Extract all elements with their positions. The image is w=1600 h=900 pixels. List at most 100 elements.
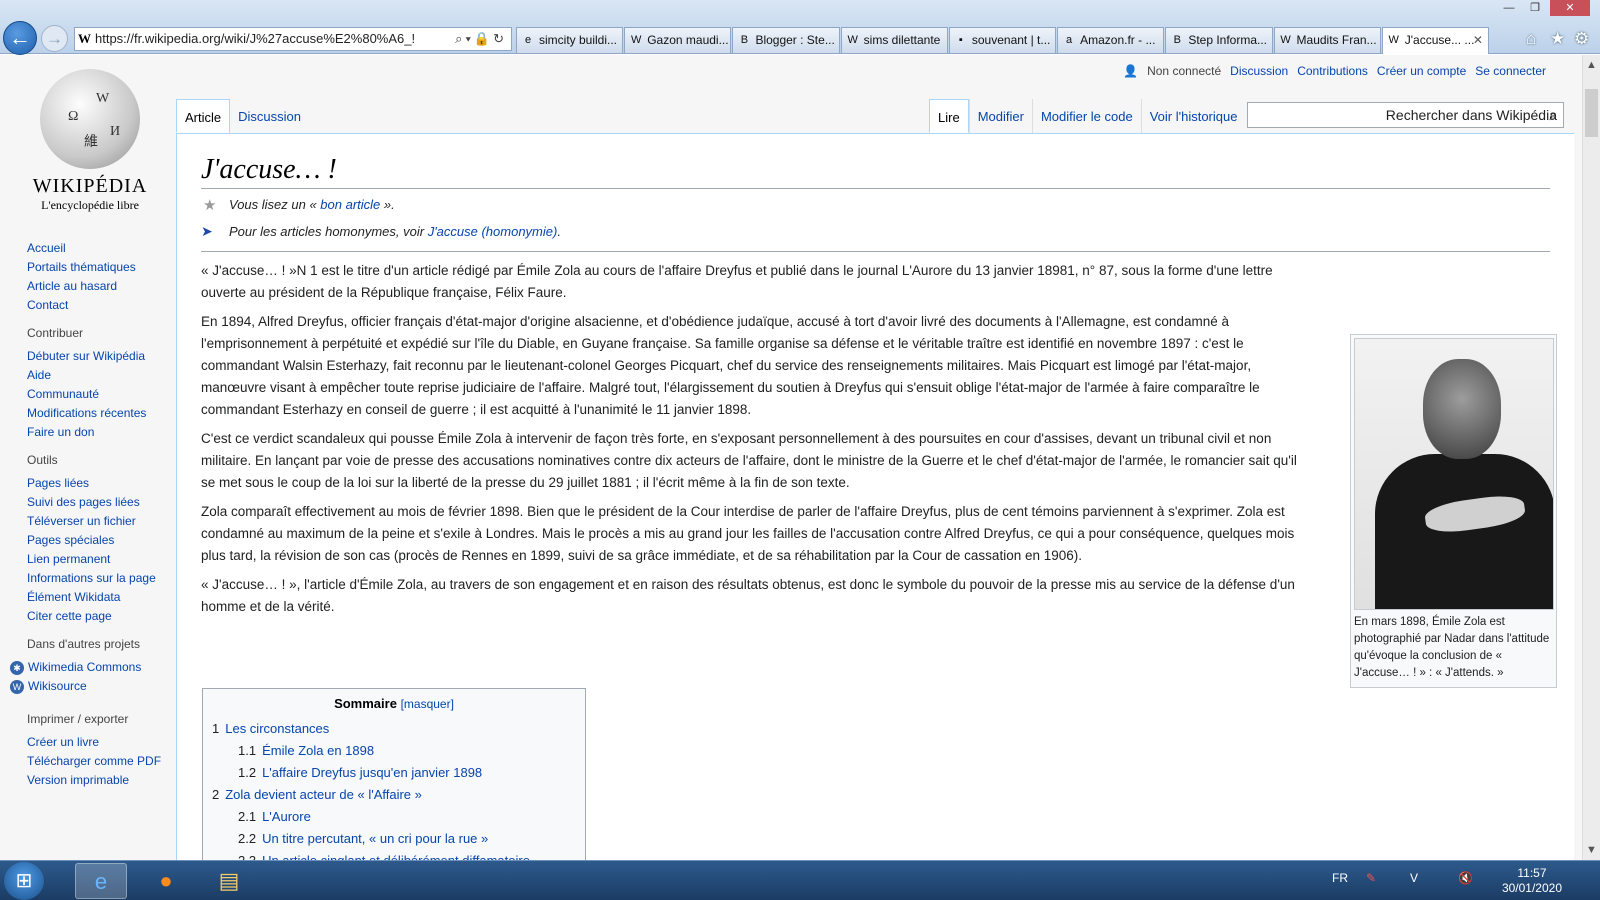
- homonym-link[interactable]: J'accuse (homonymie): [428, 224, 558, 239]
- tab-label: simcity buildi...: [539, 33, 618, 47]
- firefox-icon[interactable]: ●: [140, 863, 192, 899]
- scroll-thumb[interactable]: [1585, 89, 1598, 137]
- sidebar-item-contribuer[interactable]: Communauté: [27, 387, 177, 401]
- sidebar-item-projet[interactable]: Wikisource: [28, 679, 87, 693]
- sidebar-item-outils[interactable]: Suivi des pages liées: [27, 495, 177, 509]
- gear-icon[interactable]: ⚙: [1574, 29, 1589, 49]
- back-button[interactable]: ←: [3, 21, 37, 55]
- close-tab-icon[interactable]: ✕: [1473, 28, 1483, 52]
- tab-history-link[interactable]: Voir l'historique: [1150, 109, 1238, 124]
- browser-tab[interactable]: W Gazon maudi...: [624, 27, 732, 53]
- browser-tab[interactable]: a Amazon.fr - ...: [1057, 27, 1165, 53]
- tab-label: Step Informa...: [1188, 33, 1268, 47]
- create-account-link[interactable]: Créer un compte: [1377, 64, 1466, 78]
- sidebar-item-imprimer[interactable]: Créer un livre: [27, 735, 177, 749]
- tab-edit[interactable]: Modifier: [968, 99, 1032, 133]
- tab-read[interactable]: Lire: [929, 99, 969, 133]
- close-window-button[interactable]: ✕: [1550, 0, 1590, 16]
- toc-item[interactable]: 1.1 Émile Zola en 1898: [212, 743, 576, 758]
- namespace-tabs: Article Discussion: [176, 99, 309, 133]
- sidebar-item-projet[interactable]: Wikimedia Commons: [28, 660, 141, 674]
- sidebar-item-main[interactable]: Article au hasard: [27, 279, 177, 293]
- tray-app-icon[interactable]: ✎: [1366, 871, 1376, 885]
- sidebar-item-contribuer[interactable]: Modifications récentes: [27, 406, 177, 420]
- toc-link[interactable]: Les circonstances: [225, 721, 329, 736]
- browser-tab[interactable]: e simcity buildi...: [516, 27, 624, 53]
- sidebar-item-outils[interactable]: Citer cette page: [27, 609, 177, 623]
- tab-edit-code[interactable]: Modifier le code: [1031, 99, 1141, 133]
- sidebar-item-imprimer[interactable]: Version imprimable: [27, 773, 177, 787]
- toc-link[interactable]: Un article cinglant et délibérément diff…: [262, 853, 530, 860]
- toc-item[interactable]: 2.2 Un titre percutant, « un cri pour la …: [212, 831, 576, 846]
- browser-tab[interactable]: W Maudits Fran...: [1273, 27, 1381, 53]
- minimize-button[interactable]: —: [1498, 0, 1520, 16]
- tab-edit-link[interactable]: Modifier: [978, 109, 1024, 124]
- sidebar-heading: Contribuer: [27, 326, 84, 340]
- contributions-link[interactable]: Contributions: [1297, 64, 1368, 78]
- sidebar-item-outils[interactable]: Élément Wikidata: [27, 590, 177, 604]
- volume-muted-icon[interactable]: 🔇: [1458, 871, 1473, 885]
- internet-explorer-icon[interactable]: e: [75, 863, 127, 899]
- search-input[interactable]: Rechercher dans Wikipédia ⌕: [1247, 102, 1564, 128]
- wikipedia-logo[interactable]: ΩW維И WIKIPÉDIA L'encyclopédie libre: [20, 69, 160, 213]
- browser-tab[interactable]: W J'accuse... ... ✕: [1381, 27, 1489, 54]
- toc-item[interactable]: 2 Zola devient acteur de « l'Affaire »: [212, 787, 576, 802]
- sidebar-item-outils[interactable]: Informations sur la page: [27, 571, 177, 585]
- search-icon[interactable]: ⌕: [1549, 103, 1557, 127]
- toc-link[interactable]: Émile Zola en 1898: [262, 743, 374, 758]
- toc-link[interactable]: Zola devient acteur de « l'Affaire »: [225, 787, 422, 802]
- toc-item[interactable]: 2.1 L'Aurore: [212, 809, 576, 824]
- sidebar-heading: Imprimer / exporter: [27, 712, 129, 726]
- wikipedia-globe-icon: ΩW維И: [40, 69, 140, 169]
- sidebar-item-main[interactable]: Accueil: [27, 241, 177, 255]
- sidebar-item-contribuer[interactable]: Aide: [27, 368, 177, 382]
- tray-app2-icon[interactable]: V: [1410, 871, 1418, 885]
- sidebar-item-outils[interactable]: Pages liées: [27, 476, 177, 490]
- language-indicator[interactable]: FR: [1332, 871, 1348, 885]
- zola-photo[interactable]: [1354, 338, 1554, 610]
- toc-link[interactable]: L'Aurore: [262, 809, 311, 824]
- sidebar-item-main[interactable]: Portails thématiques: [27, 260, 177, 274]
- browser-tab[interactable]: Wsims dilettante: [840, 27, 948, 53]
- scroll-up-icon[interactable]: ▲: [1586, 59, 1597, 71]
- sidebar-item-outils[interactable]: Pages spéciales: [27, 533, 177, 547]
- sidebar-item-outils[interactable]: Lien permanent: [27, 552, 177, 566]
- good-article-link[interactable]: bon article: [320, 197, 380, 212]
- tab-edit-code-link[interactable]: Modifier le code: [1041, 109, 1133, 124]
- toc-item[interactable]: 1.2 L'affaire Dreyfus jusqu'en janvier 18…: [212, 765, 576, 780]
- sidebar-item-contribuer[interactable]: Débuter sur Wikipédia: [27, 349, 177, 363]
- home-icon[interactable]: ⌂: [1526, 29, 1536, 49]
- tab-article[interactable]: Article: [176, 99, 231, 133]
- toc-number: 2.3: [238, 853, 256, 860]
- browser-tab[interactable]: ▪ souvenant | t...: [948, 27, 1057, 53]
- vertical-scrollbar[interactable]: ▲ ▼: [1582, 55, 1600, 860]
- browser-tab[interactable]: B Blogger : Ste...: [732, 27, 840, 53]
- toc-item[interactable]: 2.3 Un article cinglant et délibérément d…: [212, 853, 576, 860]
- sidebar-item-contribuer[interactable]: Faire un don: [27, 425, 177, 439]
- forward-button[interactable]: →: [41, 25, 68, 52]
- start-button[interactable]: ⊞: [4, 862, 44, 900]
- tab-discussion[interactable]: Discussion: [230, 99, 309, 133]
- clock[interactable]: 11:57 30/01/2020: [1502, 866, 1562, 896]
- address-bar[interactable]: W https://fr.wikipedia.org/wiki/J%27accu…: [74, 27, 512, 51]
- toc-link[interactable]: Un titre percutant, « un cri pour la rue…: [262, 831, 488, 846]
- star-icon: ★: [203, 197, 217, 214]
- toc-item[interactable]: 1 Les circonstances: [212, 721, 576, 736]
- personal-discussion-link[interactable]: Discussion: [1230, 64, 1288, 78]
- login-link[interactable]: Se connecter: [1475, 64, 1546, 78]
- scroll-down-icon[interactable]: ▼: [1586, 844, 1597, 856]
- toc-toggle[interactable]: [masquer]: [401, 697, 454, 711]
- sidebar-item-imprimer[interactable]: Télécharger comme PDF: [27, 754, 177, 768]
- sidebar-item-main[interactable]: Contact: [27, 298, 177, 312]
- sidebar-item-outils[interactable]: Téléverser un fichier: [27, 514, 177, 528]
- favorites-star-icon[interactable]: ★: [1550, 29, 1565, 49]
- toc-link[interactable]: L'affaire Dreyfus jusqu'en janvier 1898: [262, 765, 482, 780]
- tab-discussion-link[interactable]: Discussion: [238, 109, 301, 124]
- browser-tab[interactable]: B Step Informa...: [1165, 27, 1273, 53]
- tab-label: Maudits Fran...: [1296, 33, 1377, 47]
- tagline: L'encyclopédie libre: [41, 198, 139, 212]
- address-tools-icon[interactable]: ⌕▾🔒↻: [455, 28, 507, 50]
- file-explorer-icon[interactable]: ▤: [203, 863, 255, 899]
- tab-history[interactable]: Voir l'historique: [1140, 99, 1246, 133]
- restore-button[interactable]: ❐: [1524, 0, 1546, 16]
